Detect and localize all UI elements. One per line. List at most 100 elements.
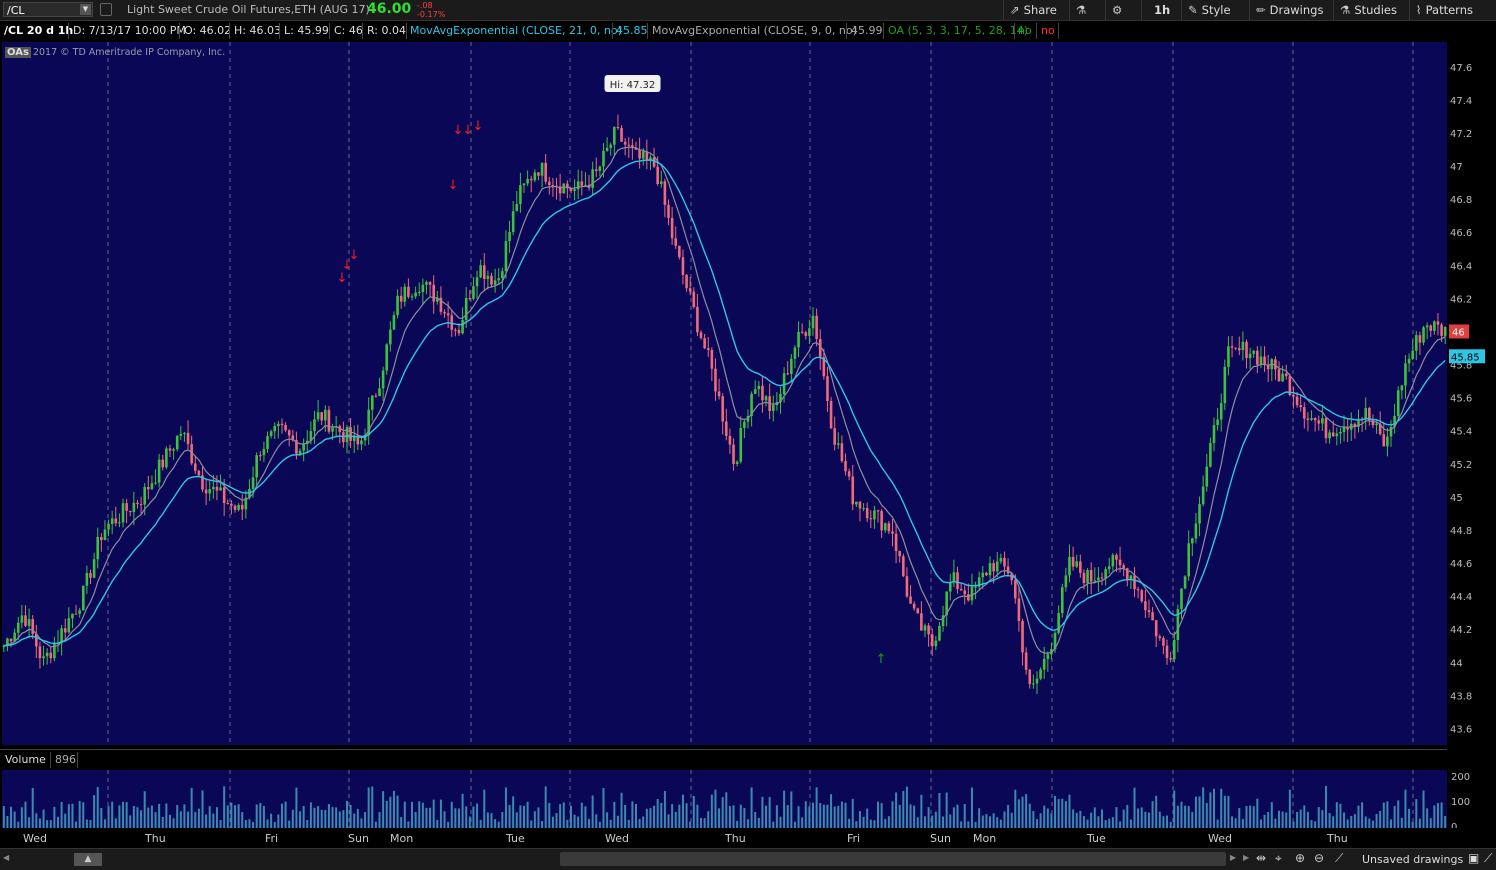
unsaved-drawings-label[interactable]: Unsaved drawings xyxy=(1362,853,1463,866)
drawings-button[interactable]: ✏ Drawings xyxy=(1249,0,1333,20)
volume-bar xyxy=(869,819,872,828)
scroll-right-icon[interactable]: ▶ xyxy=(1230,853,1236,862)
price-chart-area[interactable]: Hi: 47.32 ↓ ↓ ↓ ↓ ↓ ↓ ↓ ↑ xyxy=(2,42,1447,745)
candle-body xyxy=(1256,350,1259,365)
candle-body xyxy=(385,344,389,371)
resize-icon[interactable]: ⟋ xyxy=(1484,851,1492,866)
drawing-tool-icon[interactable]: ⟋ xyxy=(1335,851,1343,866)
volume-bar xyxy=(508,805,511,828)
candle-body xyxy=(761,385,764,401)
volume-bar xyxy=(916,817,919,828)
volume-bar xyxy=(331,807,334,828)
volume-bar xyxy=(1227,795,1230,828)
oas-badge[interactable]: OAs xyxy=(5,47,31,58)
candle-body xyxy=(370,395,374,410)
bar-range: R: 0.04 xyxy=(367,24,406,37)
volume-bar xyxy=(1126,804,1129,828)
volume-bar xyxy=(317,806,320,828)
volume-bar xyxy=(230,802,233,828)
volume-bar xyxy=(905,786,908,828)
volume-bar xyxy=(277,814,280,828)
volume-bar xyxy=(1382,802,1385,828)
ema9-label[interactable]: MovAvgExponential (CLOSE, 9, 0, no) xyxy=(652,24,857,37)
settings-button[interactable]: ⚙ xyxy=(1105,0,1141,20)
candle-body xyxy=(186,432,190,445)
link-icon[interactable] xyxy=(100,3,112,16)
volume-bar xyxy=(1429,818,1432,828)
patterns-button[interactable]: ⌇ Patterns xyxy=(1409,0,1496,20)
price-axis[interactable]: 47.647.447.24746.846.646.446.24645.845.6… xyxy=(1447,25,1496,833)
volume-bar xyxy=(1278,810,1281,828)
volume-bar xyxy=(150,805,153,828)
candle-body xyxy=(1429,325,1433,331)
volume-bar xyxy=(826,804,829,828)
volume-bar xyxy=(364,812,367,828)
candle-body xyxy=(1425,325,1429,328)
candle-body xyxy=(920,613,923,631)
volume-bar xyxy=(667,814,670,828)
candle-body xyxy=(952,572,956,583)
volume-bar xyxy=(714,789,717,828)
ema21-label[interactable]: MovAvgExponential (CLOSE, 21, 0, no) xyxy=(410,24,622,37)
candle-body xyxy=(1400,385,1404,391)
scroll-thumb[interactable] xyxy=(560,852,1226,866)
share-button[interactable]: ⇗ Share xyxy=(1003,0,1069,20)
volume-bar xyxy=(1184,805,1187,828)
candle-body xyxy=(851,476,855,505)
pan-icon[interactable]: ⇹ xyxy=(1256,851,1266,865)
candle-body xyxy=(1075,561,1079,567)
candle-body xyxy=(1111,554,1115,567)
studies-button[interactable]: ⚗ Studies xyxy=(1333,0,1409,20)
volume-bar xyxy=(161,816,164,828)
volume-bar xyxy=(219,819,222,828)
chevron-down-icon[interactable]: ▼ xyxy=(80,4,91,15)
expand-icon[interactable]: ▲ xyxy=(74,853,102,866)
candle-body xyxy=(1198,504,1201,524)
crosshair-icon[interactable]: ⌖ xyxy=(1275,851,1282,866)
candle-body xyxy=(479,265,482,278)
scroll-left-icon[interactable]: ◀ xyxy=(3,853,9,862)
candle-body xyxy=(652,157,656,167)
candle-body xyxy=(504,241,508,272)
flask-button[interactable]: ⚗ xyxy=(1069,0,1105,20)
volume-bar xyxy=(1321,810,1324,828)
volume-pane[interactable] xyxy=(2,770,1447,828)
volume-bar xyxy=(613,801,616,828)
candle-body xyxy=(197,470,201,476)
style-button[interactable]: ✎ Style xyxy=(1181,0,1249,20)
zoom-in-icon[interactable]: ⊕ xyxy=(1295,851,1305,865)
candle-body xyxy=(1248,353,1252,359)
time-axis[interactable]: Wed Thu Fri Sun Mon Tue Wed Thu Fri Sun Mon Tue Wed T… xyxy=(0,829,1447,847)
candle-body xyxy=(425,281,428,285)
timeframe-button[interactable]: 1h xyxy=(1141,0,1181,20)
zoom-out-icon[interactable]: ⊖ xyxy=(1314,851,1324,865)
volume-bar xyxy=(775,805,778,828)
candle-body xyxy=(132,502,136,513)
volume-bar xyxy=(725,792,728,828)
symbol-input[interactable]: /CL ▼ xyxy=(3,2,93,17)
candle-body xyxy=(865,508,869,519)
price-tick: 46.8 xyxy=(1450,195,1472,206)
share-icon: ⇗ xyxy=(1010,3,1020,17)
price-tick: 47.4 xyxy=(1450,96,1472,107)
candle-body xyxy=(681,257,685,275)
bottom-scrollbar: ◀ ▲ ▶ ▶ ⇹ ⌖ ⊕ ⊖ ⟋ Unsaved drawings ▣ ⟋ xyxy=(0,848,1496,870)
candle-body xyxy=(699,332,703,339)
volume-bar xyxy=(703,818,706,828)
volume-bar xyxy=(327,804,330,828)
candle-body xyxy=(902,556,905,577)
scroll-end-icon[interactable]: ▶ xyxy=(1243,853,1249,862)
candle-body xyxy=(1006,566,1010,574)
volume-bar xyxy=(345,800,348,828)
volume-bar xyxy=(1158,811,1161,828)
volume-bar xyxy=(945,792,948,828)
candle-body xyxy=(1100,577,1104,579)
save-icon[interactable]: ▣ xyxy=(1468,851,1479,865)
volume-bar xyxy=(494,819,497,828)
candle-body xyxy=(985,572,988,576)
candle-body xyxy=(114,518,118,524)
candle-body xyxy=(576,181,580,190)
oa-label[interactable]: OA (5, 3, 3, 17, 5, 28, 14) xyxy=(888,24,1028,37)
candle-body xyxy=(537,172,540,176)
candle-body xyxy=(876,510,880,512)
